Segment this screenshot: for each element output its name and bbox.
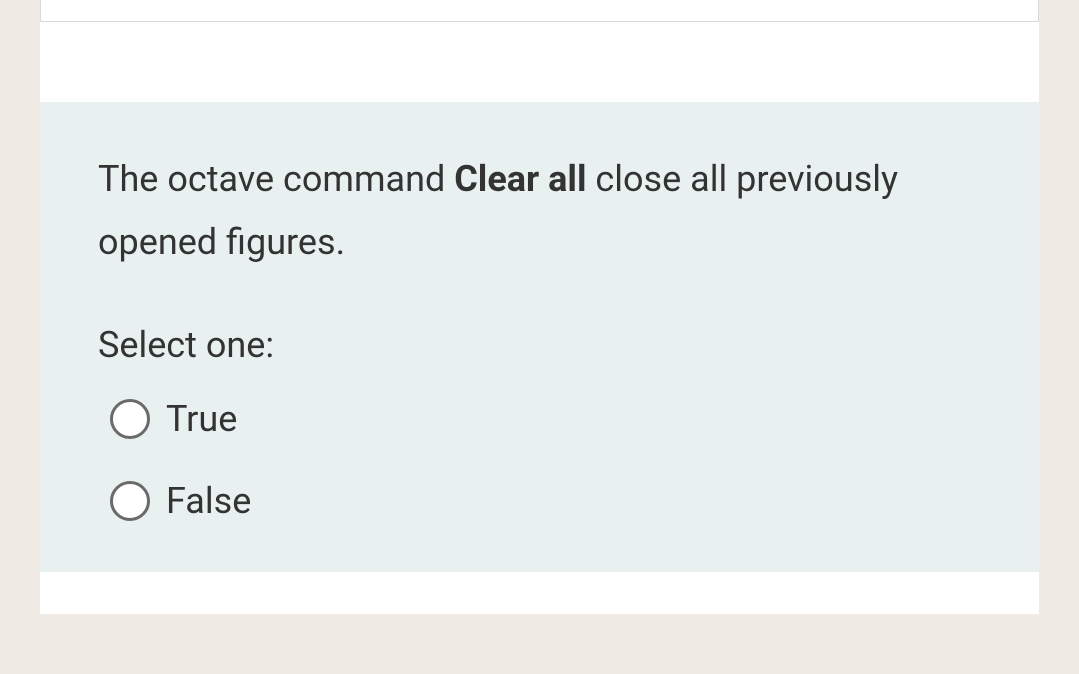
- top-panel-edge: [40, 0, 1039, 22]
- radio-false[interactable]: [110, 481, 150, 521]
- question-text-before: The octave command: [98, 158, 454, 200]
- question-text: The octave command Clear all close all p…: [98, 148, 981, 274]
- radio-true[interactable]: [110, 399, 150, 439]
- option-row-false: False: [110, 480, 981, 522]
- option-label-false[interactable]: False: [166, 480, 251, 522]
- option-label-true[interactable]: True: [166, 398, 237, 440]
- question-block: The octave command Clear all close all p…: [40, 102, 1039, 572]
- white-space: [40, 22, 1039, 102]
- bottom-white-space: [40, 572, 1039, 614]
- question-text-bold: Clear all: [454, 158, 586, 200]
- options-group: True False: [98, 398, 981, 522]
- option-row-true: True: [110, 398, 981, 440]
- page-wrapper: The octave command Clear all close all p…: [0, 0, 1079, 674]
- select-prompt: Select one:: [98, 324, 981, 366]
